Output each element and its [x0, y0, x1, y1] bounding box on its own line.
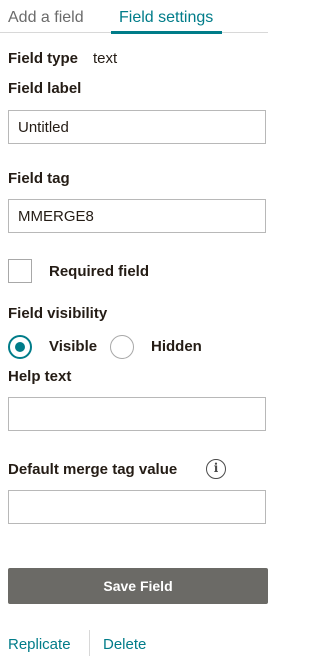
- field-visibility-heading: Field visibility: [8, 305, 108, 322]
- field-label-input[interactable]: [8, 110, 266, 144]
- link-divider: [89, 630, 90, 656]
- field-tag-heading: Field tag: [8, 170, 70, 187]
- delete-link[interactable]: Delete: [103, 636, 146, 654]
- field-label-heading: Field label: [8, 80, 82, 97]
- required-field-checkbox[interactable]: [8, 259, 32, 283]
- hidden-radio-label[interactable]: Hidden: [151, 338, 202, 356]
- visible-radio-label[interactable]: Visible: [49, 338, 97, 356]
- save-field-button[interactable]: Save Field: [8, 568, 268, 604]
- tab-add-field[interactable]: Add a field: [8, 8, 84, 28]
- help-text-input[interactable]: [8, 397, 266, 431]
- tab-field-settings[interactable]: Field settings: [119, 8, 213, 28]
- default-merge-tag-input[interactable]: [8, 490, 266, 524]
- visible-radio[interactable]: [8, 335, 32, 359]
- info-icon[interactable]: i: [206, 459, 226, 479]
- replicate-link[interactable]: Replicate: [8, 636, 71, 654]
- required-field-label[interactable]: Required field: [49, 263, 149, 281]
- active-tab-indicator: [111, 31, 222, 34]
- default-merge-tag-heading: Default merge tag value: [8, 461, 178, 478]
- field-tag-input[interactable]: [8, 199, 266, 233]
- help-text-heading: Help text: [8, 368, 72, 385]
- hidden-radio[interactable]: [110, 335, 134, 359]
- field-type-label: Field type: [8, 50, 79, 67]
- field-type-value: text: [93, 50, 118, 67]
